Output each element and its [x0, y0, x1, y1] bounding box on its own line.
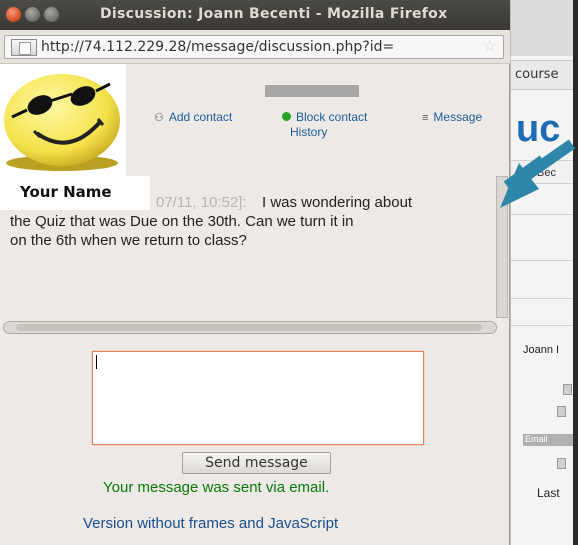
page-icon — [11, 39, 37, 56]
send-message-button[interactable]: Send message — [182, 452, 331, 474]
background-checkbox[interactable] — [557, 406, 566, 417]
vertical-scrollbar[interactable] — [496, 176, 508, 318]
background-checkbox[interactable] — [563, 384, 572, 395]
close-window-button[interactable] — [6, 7, 21, 22]
message-history-label: Message — [433, 110, 483, 124]
background-scrollbar[interactable] — [573, 0, 578, 545]
message-text-line: I was wondering about — [262, 194, 413, 211]
background-divider — [511, 298, 578, 299]
url-text: http://74.112.229.28/message/discussion.… — [41, 39, 395, 55]
address-field[interactable]: http://74.112.229.28/message/discussion.… — [4, 35, 504, 59]
background-checkbox[interactable] — [557, 458, 566, 469]
scrollbar-thumb[interactable] — [16, 324, 482, 331]
horizontal-scrollbar[interactable] — [3, 321, 497, 334]
message-icon: ≡ — [422, 112, 429, 124]
minimize-window-button[interactable] — [25, 7, 40, 22]
add-contact-link[interactable]: ⚇ Add contact — [154, 110, 232, 124]
add-contact-label: Add contact — [168, 110, 233, 124]
block-contact-label: Block contact — [296, 110, 368, 124]
add-contact-icon: ⚇ — [154, 112, 164, 124]
sent-status-message: Your message was sent via email. — [103, 479, 330, 496]
text-caret — [96, 355, 97, 369]
message-timestamp: 07/11, 10:52]: — [156, 194, 247, 211]
message-history-link[interactable]: ≡ Message — [422, 110, 482, 124]
background-browser-window: course uc Bec Joann I Email Last — [510, 0, 578, 545]
maximize-window-button[interactable] — [44, 7, 59, 22]
status-dot-icon — [282, 112, 291, 121]
message-text-line: on the 6th when we return to class? — [10, 232, 247, 249]
window-titlebar[interactable]: Discussion: Joann Becenti - Mozilla Fire… — [0, 0, 510, 30]
bookmark-star-icon[interactable]: ☆ — [483, 38, 497, 56]
window-title: Discussion: Joann Becenti - Mozilla Fire… — [100, 6, 448, 22]
avatar — [0, 64, 126, 176]
message-input[interactable] — [92, 351, 424, 445]
redacted-name-bar — [265, 85, 359, 97]
background-divider — [511, 325, 578, 326]
background-divider — [511, 260, 578, 261]
background-last-label: Last — [537, 486, 560, 500]
background-heading: uc — [516, 108, 561, 150]
smiley-face-icon — [4, 74, 120, 171]
discussion-popup-window: Discussion: Joann Becenti - Mozilla Fire… — [0, 0, 510, 545]
history-link[interactable]: History — [290, 125, 327, 139]
message-text-line: the Quiz that was Due on the 30th. Can w… — [10, 213, 354, 230]
background-name: Joann I — [523, 344, 560, 356]
url-bar: http://74.112.229.28/message/discussion.… — [0, 30, 510, 64]
background-email-label: Email — [523, 434, 573, 446]
background-divider — [511, 214, 578, 215]
version-without-frames-link[interactable]: Version without frames and JavaScript — [83, 515, 338, 532]
block-contact-link[interactable]: Block contact — [282, 110, 367, 124]
message-history-pane — [0, 180, 496, 318]
background-toolbar — [511, 0, 578, 56]
background-tab[interactable]: course — [511, 60, 578, 90]
background-subtab[interactable]: Bec — [511, 160, 578, 184]
